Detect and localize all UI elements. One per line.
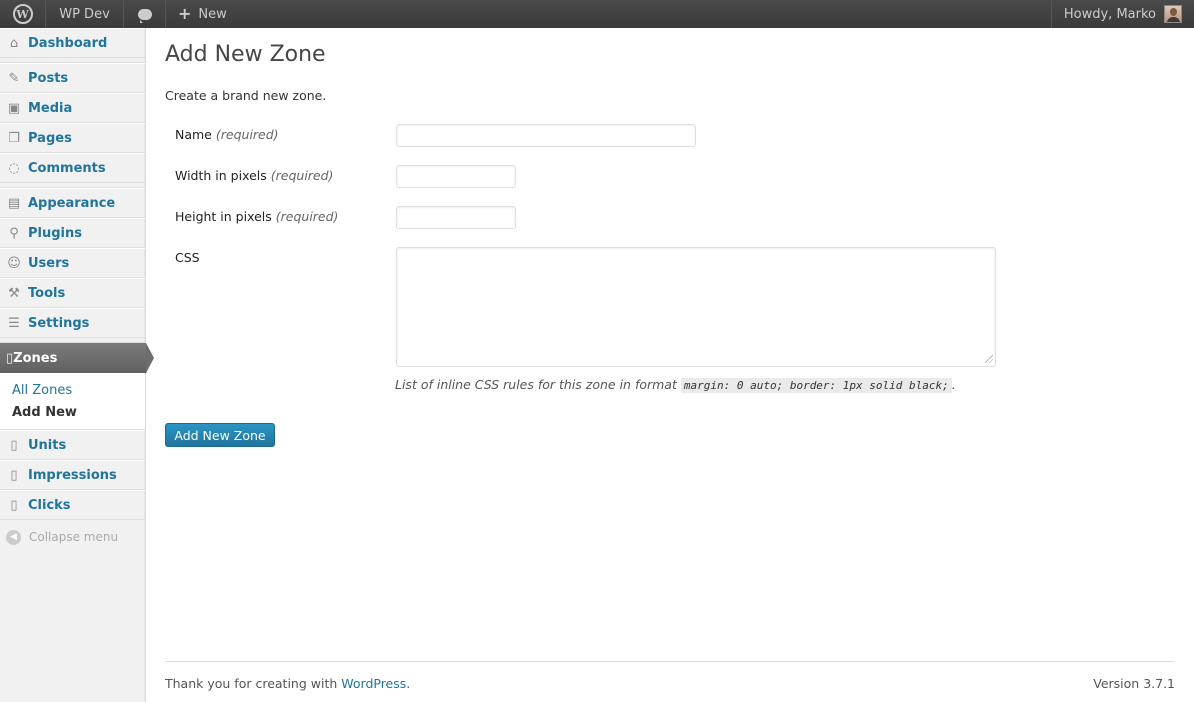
- css-label: CSS: [175, 250, 200, 265]
- admin-bar: W WP Dev + New Howdy, Marko: [0, 0, 1194, 28]
- menu-plugins[interactable]: ⚲ Plugins: [0, 218, 145, 248]
- menu-label: Units: [28, 437, 67, 453]
- dashboard-icon: ⌂: [9, 35, 19, 51]
- footer-thanks: Thank you for creating with WordPress.: [165, 676, 410, 691]
- wordpress-icon: W: [12, 4, 33, 24]
- document-icon: ▯: [10, 497, 18, 513]
- add-new-zone-button[interactable]: Add New Zone: [165, 423, 275, 447]
- new-content-button[interactable]: + New: [166, 0, 237, 28]
- submenu-add-new[interactable]: Add New: [12, 401, 145, 423]
- menu-media[interactable]: ▣ Media: [0, 93, 145, 123]
- page-intro: Create a brand new zone.: [165, 88, 327, 103]
- height-label: Height in pixels (required): [175, 209, 338, 224]
- collapse-label: Collapse menu: [29, 530, 119, 544]
- width-label: Width in pixels (required): [175, 168, 333, 183]
- howdy-text: Howdy, Marko: [1063, 6, 1156, 22]
- footer: Thank you for creating with WordPress. V…: [165, 661, 1175, 702]
- menu-label: Users: [28, 255, 70, 271]
- new-label: New: [198, 6, 227, 22]
- label-text: Name: [175, 127, 212, 142]
- name-label: Name (required): [175, 127, 279, 142]
- menu-label: Posts: [28, 70, 69, 86]
- menu-appearance[interactable]: ▤ Appearance: [0, 188, 145, 218]
- menu-label: Impressions: [28, 467, 117, 483]
- plugin-icon: ⚲: [9, 225, 19, 241]
- width-input[interactable]: [396, 165, 516, 188]
- tools-icon: ⚒: [8, 285, 20, 301]
- account-menu[interactable]: Howdy, Marko: [1050, 0, 1194, 28]
- thanks-suffix: .: [406, 676, 411, 691]
- site-name-link[interactable]: WP Dev: [46, 0, 124, 28]
- help-code: margin: 0 auto; border: 1px solid black;: [680, 378, 952, 393]
- required-note: (required): [270, 168, 334, 183]
- height-input[interactable]: [396, 206, 516, 229]
- menu-label: Clicks: [28, 497, 71, 513]
- menu-label: Zones: [13, 350, 58, 366]
- plus-icon: +: [178, 4, 192, 23]
- document-icon: ▯: [10, 437, 18, 453]
- menu-label: Settings: [28, 315, 90, 331]
- thanks-text: Thank you for creating with: [165, 676, 342, 691]
- collapse-arrow-icon: ◀: [6, 529, 21, 545]
- document-icon: ▯: [6, 350, 14, 366]
- menu-settings[interactable]: ☰ Settings: [0, 308, 145, 338]
- menu-label: Appearance: [28, 195, 116, 211]
- menu-impressions[interactable]: ▯ Impressions: [0, 460, 145, 490]
- label-text: Width in pixels: [175, 168, 267, 183]
- required-note: (required): [215, 127, 279, 142]
- zones-submenu: All Zones Add New: [0, 373, 145, 430]
- main-content: Add New Zone Create a brand new zone. Na…: [165, 28, 1175, 702]
- comment-bubble-icon: [137, 8, 152, 23]
- menu-units[interactable]: ▯ Units: [0, 430, 145, 460]
- wordpress-logo-button[interactable]: W: [0, 0, 46, 28]
- footer-version: Version 3.7.1: [1093, 676, 1175, 691]
- menu-label: Dashboard: [28, 35, 108, 51]
- css-textarea[interactable]: [396, 247, 996, 367]
- menu-comments[interactable]: ◌ Comments: [0, 153, 145, 183]
- css-help-text: List of inline CSS rules for this zone i…: [395, 377, 956, 393]
- label-text: CSS: [175, 250, 200, 265]
- page-title: Add New Zone: [165, 42, 326, 67]
- pages-icon: ❐: [8, 130, 20, 146]
- menu-label: Media: [28, 100, 73, 116]
- appearance-icon: ▤: [7, 195, 21, 211]
- menu-pages[interactable]: ❐ Pages: [0, 123, 145, 153]
- users-icon: ☺: [7, 255, 21, 271]
- menu-tools[interactable]: ⚒ Tools: [0, 278, 145, 308]
- menu-dashboard[interactable]: ⌂ Dashboard: [0, 28, 145, 58]
- document-icon: ▯: [10, 467, 18, 483]
- menu-users[interactable]: ☺ Users: [0, 248, 145, 278]
- label-text: Height in pixels: [175, 209, 272, 224]
- wordpress-link[interactable]: WordPress: [341, 676, 406, 691]
- comments-button[interactable]: [124, 0, 166, 28]
- menu-label: Pages: [28, 130, 72, 146]
- admin-menu: ⌂ Dashboard ✎ Posts ▣ Media ❐ Pages ◌ Co…: [0, 28, 154, 702]
- help-end: .: [951, 377, 956, 392]
- pin-icon: ✎: [8, 70, 20, 86]
- menu-label: Comments: [28, 160, 106, 176]
- help-text: List of inline CSS rules for this zone i…: [395, 377, 677, 392]
- menu-label: Tools: [28, 285, 66, 301]
- media-icon: ▣: [7, 100, 21, 116]
- avatar: [1164, 5, 1182, 23]
- menu-zones[interactable]: ▯ Zones: [0, 343, 154, 373]
- submenu-all-zones[interactable]: All Zones: [12, 379, 145, 401]
- collapse-menu-button[interactable]: ◀ Collapse menu: [0, 520, 145, 554]
- menu-posts[interactable]: ✎ Posts: [0, 63, 145, 93]
- settings-icon: ☰: [8, 315, 20, 331]
- comment-icon: ◌: [8, 160, 20, 176]
- name-input[interactable]: [396, 124, 696, 147]
- menu-clicks[interactable]: ▯ Clicks: [0, 490, 145, 520]
- menu-label: Plugins: [28, 225, 82, 241]
- required-note: (required): [275, 209, 339, 224]
